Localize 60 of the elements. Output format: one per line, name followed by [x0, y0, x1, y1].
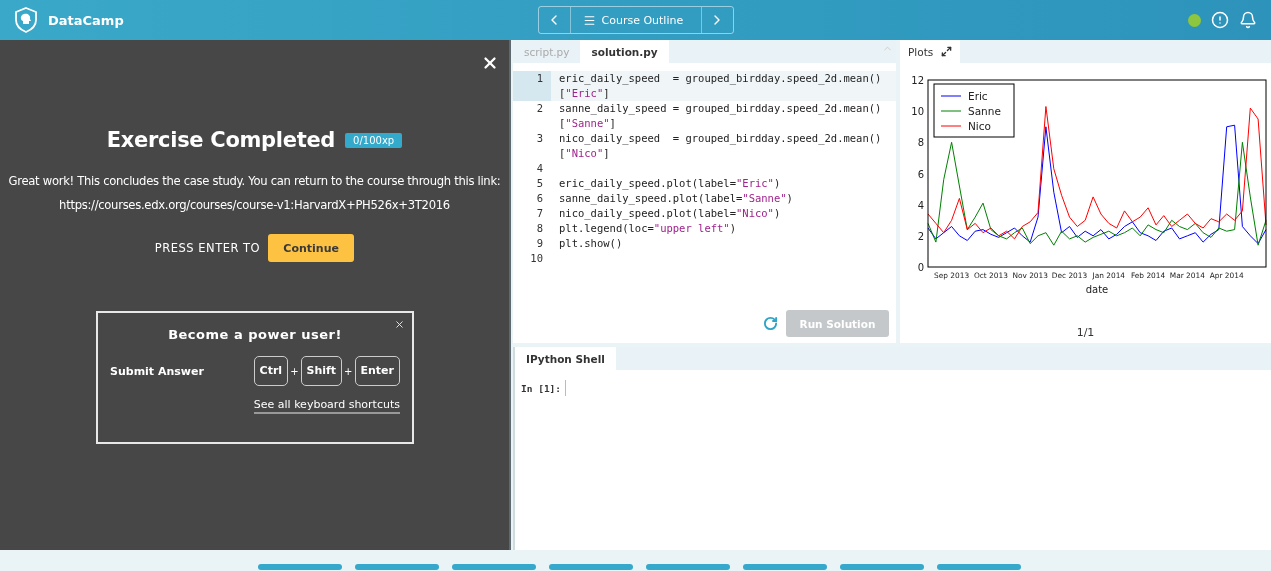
line-number: 8 — [535, 221, 544, 236]
code-line: nico_daily_speed = grouped_birdday.speed_2d.mean()["Nico"] — [558, 131, 883, 161]
brand-name: DataCamp — [48, 12, 124, 28]
expand-icon[interactable] — [941, 46, 953, 57]
line-number: 2 — [535, 101, 544, 116]
course-link[interactable]: https://courses.edx.org/courses/course-v1:HarvardX+PH526x+3T2016 — [59, 198, 450, 212]
plots-tab[interactable]: Plots — [900, 40, 961, 63]
status-dot — [1188, 13, 1201, 27]
menu-icon — [582, 13, 596, 27]
xp-badge: 0/100xp — [345, 132, 403, 148]
keyboard-key: Ctrl — [253, 356, 289, 386]
code-line: plt.show() — [558, 236, 624, 251]
line-number: 7 — [535, 206, 544, 221]
reset-icon[interactable] — [763, 316, 778, 331]
key-joiner: + — [344, 365, 353, 377]
axis-tick-label: 8 — [917, 137, 924, 149]
axis-tick-label: 10 — [910, 106, 924, 118]
keyboard-key: Shift — [300, 356, 343, 386]
keyboard-key: Enter — [354, 356, 400, 386]
tab-label: Plots — [908, 45, 934, 58]
line-number: 3 — [535, 131, 544, 146]
file-tab[interactable]: solution.py — [580, 40, 669, 63]
line-number: 6 — [535, 191, 544, 206]
code-line: plt.legend(loc="upper left") — [558, 221, 737, 236]
axis-tick-label: 0 — [917, 262, 924, 273]
axis-tick-label: 2 — [917, 230, 924, 242]
code-line: nico_daily_speed.plot(label="Nico") — [558, 206, 782, 221]
alert-icon[interactable] — [1211, 11, 1229, 29]
close-button[interactable] — [481, 54, 499, 72]
legend-label: Nico — [967, 120, 991, 132]
datacamp-logo-icon — [14, 7, 38, 33]
legend-label: Sanne — [967, 105, 1001, 117]
line-number: 9 — [535, 236, 544, 251]
text-cursor — [565, 380, 567, 396]
continue-button[interactable]: Continue — [268, 234, 355, 262]
enter-prompt: PRESS ENTER TO — [154, 241, 261, 255]
axis-tick-label: 6 — [917, 168, 924, 180]
popup-title: Become a power user! — [167, 327, 343, 342]
axis-tick-label: 12 — [910, 75, 924, 86]
axis-label: date — [1085, 284, 1108, 295]
notifications-icon[interactable] — [1239, 11, 1257, 29]
completion-message: Great work! This concludes the case study. You can return to the course through this link: — [8, 174, 501, 188]
shortcuts-link[interactable]: See all keyboard shortcuts — [253, 398, 400, 414]
close-icon — [394, 319, 405, 330]
line-number: 4 — [535, 161, 544, 176]
shortcut-action: Submit Answer — [110, 364, 204, 378]
legend-label: Eric — [967, 90, 988, 102]
line-number: 10 — [529, 251, 544, 266]
plot-pager: 1/1 — [1076, 326, 1095, 339]
axis-tick-label: 4 — [917, 199, 924, 211]
completion-title: Exercise Completed — [106, 128, 336, 152]
key-joiner: + — [290, 365, 299, 377]
close-icon — [481, 54, 499, 72]
code-line: sanne_daily_speed.plot(label="Sanne") — [558, 191, 794, 206]
line-number: 1 — [513, 71, 551, 101]
close-button[interactable] — [394, 319, 405, 330]
line-number: 5 — [535, 176, 544, 191]
shell-tab[interactable]: IPython Shell — [515, 347, 616, 370]
code-line: eric_daily_speed.plot(label="Eric") — [558, 176, 782, 191]
shell-prompt: In [1]: — [521, 382, 562, 394]
